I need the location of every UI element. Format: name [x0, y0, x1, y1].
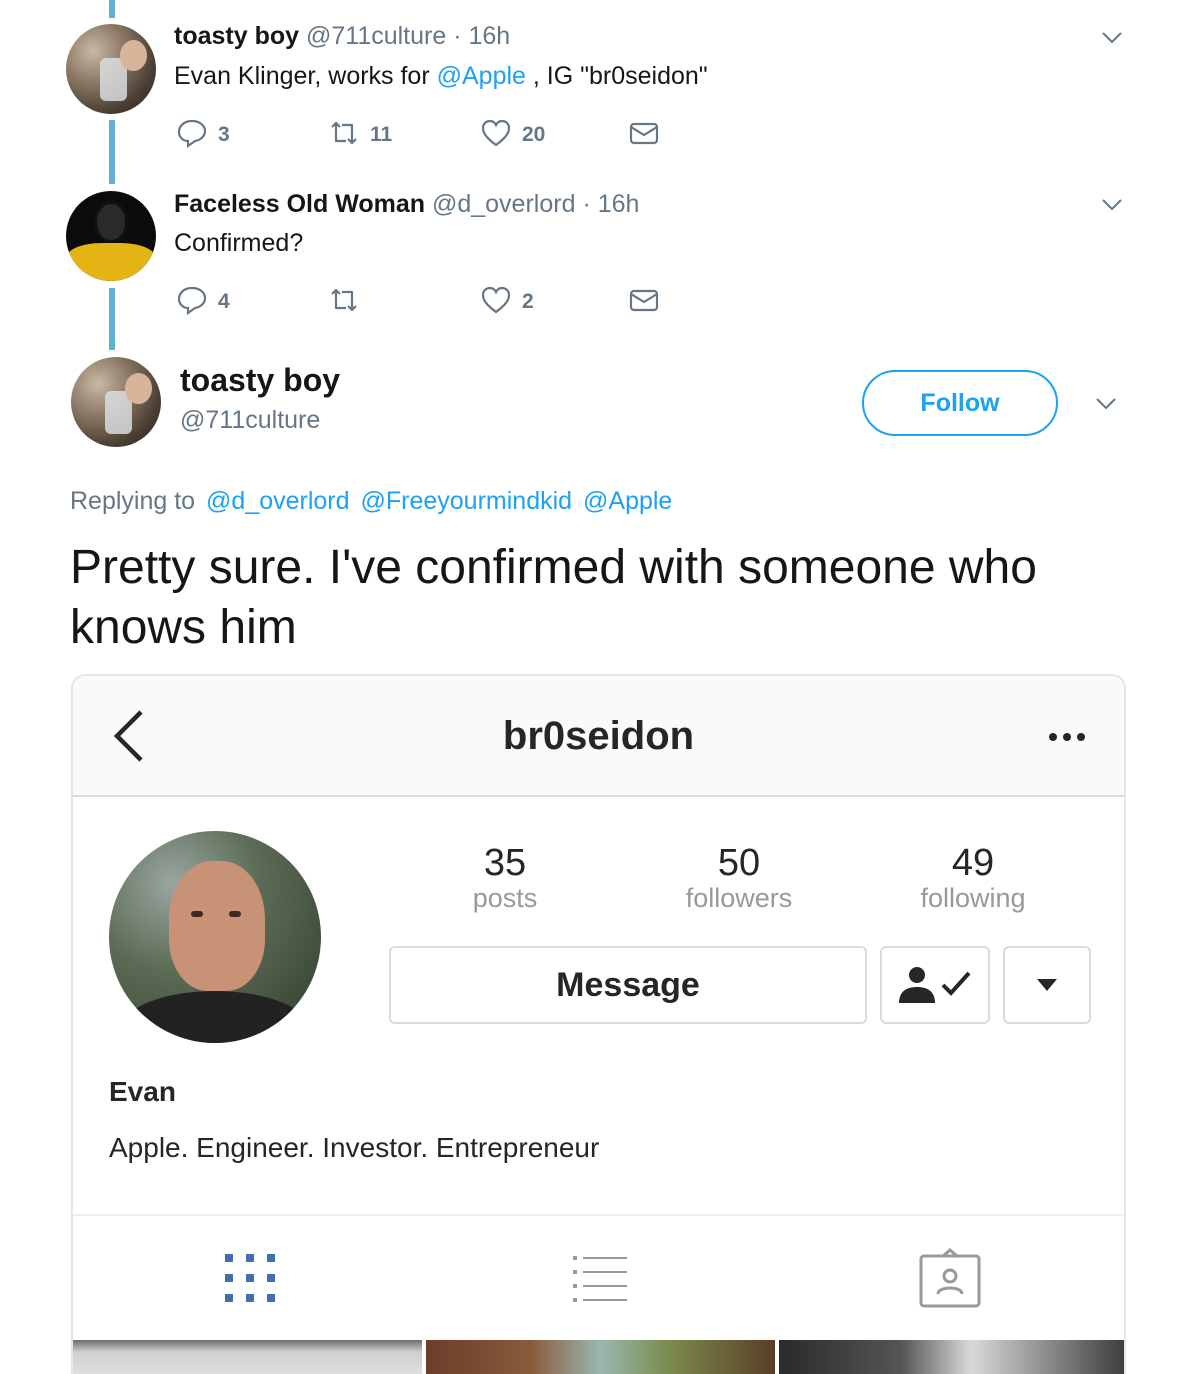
dm-button[interactable] — [628, 118, 660, 152]
dm-button[interactable] — [628, 285, 660, 319]
stat-number: 49 — [951, 842, 995, 884]
ig-message-button: Message — [389, 946, 867, 1024]
author-name[interactable]: toasty boy — [174, 22, 299, 50]
ig-stat-followers: 50 followers — [639, 842, 839, 914]
mention-link[interactable]: @Freeyourmindkid — [361, 487, 573, 515]
tweet-text: Evan Klinger, works for @Apple , IG "br0… — [174, 62, 708, 91]
tweet-text-part: Evan Klinger, works for — [174, 62, 437, 90]
stat-label: posts — [472, 883, 538, 913]
reply-icon — [176, 284, 208, 321]
retweet-icon — [328, 117, 360, 154]
chevron-down-icon[interactable] — [1094, 392, 1118, 416]
chevron-down-icon[interactable] — [1100, 193, 1124, 217]
replying-label: Replying to — [70, 487, 196, 515]
author-handle[interactable]: @711culture — [180, 406, 320, 435]
mention-link[interactable]: @Apple — [583, 487, 672, 515]
reply-count: 3 — [218, 123, 230, 146]
mention-link[interactable]: @Apple — [437, 62, 526, 90]
stat-number: 50 — [717, 842, 761, 884]
avatar[interactable] — [66, 191, 156, 281]
heart-icon — [480, 284, 512, 321]
ig-photo-grid — [73, 1340, 1124, 1374]
divider — [73, 1214, 1124, 1216]
retweet-button[interactable]: 11 — [328, 118, 392, 152]
like-count: 20 — [522, 123, 546, 146]
attached-image[interactable]: br0seidon 35 posts 50 followers 49 follo… — [71, 674, 1126, 1374]
tweet-text: Confirmed? — [174, 229, 304, 257]
tweet-time[interactable]: 16h — [469, 22, 511, 50]
tweet-header: Faceless Old Woman @d_overlord · 16h — [174, 190, 639, 219]
ig-display-name: Evan — [109, 1076, 176, 1107]
ig-thumbnail — [73, 1340, 422, 1374]
main-tweet-text: Pretty sure. I've confirmed with someone… — [70, 541, 1037, 654]
ig-stat-posts: 35 posts — [405, 842, 605, 914]
tweet-header: toasty boy @711culture · 16h — [174, 22, 510, 51]
replying-to: Replying to @d_overlord @Freeyourmindkid… — [70, 487, 672, 516]
tweet-text-part: , IG "br0seidon" — [525, 62, 708, 90]
chevron-down-icon[interactable] — [1100, 26, 1124, 50]
heart-icon — [480, 117, 512, 154]
author-name[interactable]: toasty boy — [180, 362, 340, 399]
like-button[interactable]: 2 — [480, 285, 534, 319]
ig-username: br0seidon — [502, 714, 695, 758]
ig-profile-photo — [109, 831, 321, 1043]
reply-icon — [176, 117, 208, 154]
follow-button[interactable]: Follow — [862, 370, 1058, 436]
avatar[interactable] — [66, 24, 156, 114]
reply-button[interactable]: 4 — [176, 285, 230, 319]
ig-bio: Apple. Engineer. Investor. Entrepreneur — [109, 1132, 600, 1163]
retweet-count: 11 — [370, 123, 393, 146]
author-handle[interactable]: @d_overlord — [432, 190, 576, 218]
ig-thumbnail — [779, 1340, 1124, 1374]
author-name[interactable]: Faceless Old Woman — [174, 190, 425, 218]
ig-thumbnail — [426, 1340, 775, 1374]
stat-label: followers — [685, 883, 793, 913]
stat-number: 35 — [483, 842, 527, 884]
tweet-time[interactable]: 16h — [598, 190, 640, 218]
reply-count: 4 — [218, 290, 230, 313]
retweet-icon — [328, 284, 360, 321]
following-icon — [880, 946, 990, 1024]
thread-line — [109, 0, 115, 18]
reply-button[interactable]: 3 — [176, 118, 230, 152]
ig-stat-following: 49 following — [873, 842, 1073, 914]
avatar[interactable] — [71, 357, 161, 447]
grid-icon — [215, 1248, 285, 1310]
like-count: 2 — [522, 290, 534, 313]
thread-line — [109, 288, 115, 350]
stat-label: following — [920, 883, 1026, 913]
author-handle[interactable]: @711culture — [306, 22, 446, 50]
separator-dot: · — [453, 22, 462, 50]
tagged-icon — [915, 1248, 985, 1310]
list-icon — [565, 1248, 635, 1310]
mention-link[interactable]: @d_overlord — [206, 487, 350, 515]
mail-icon — [628, 284, 660, 321]
thread-line — [109, 120, 115, 184]
more-icon — [1045, 730, 1089, 742]
ig-header: br0seidon — [73, 676, 1124, 797]
dropdown-icon — [1003, 946, 1091, 1024]
separator-dot: · — [582, 190, 591, 218]
mail-icon — [628, 117, 660, 154]
retweet-button[interactable] — [328, 285, 360, 319]
like-button[interactable]: 20 — [480, 118, 545, 152]
